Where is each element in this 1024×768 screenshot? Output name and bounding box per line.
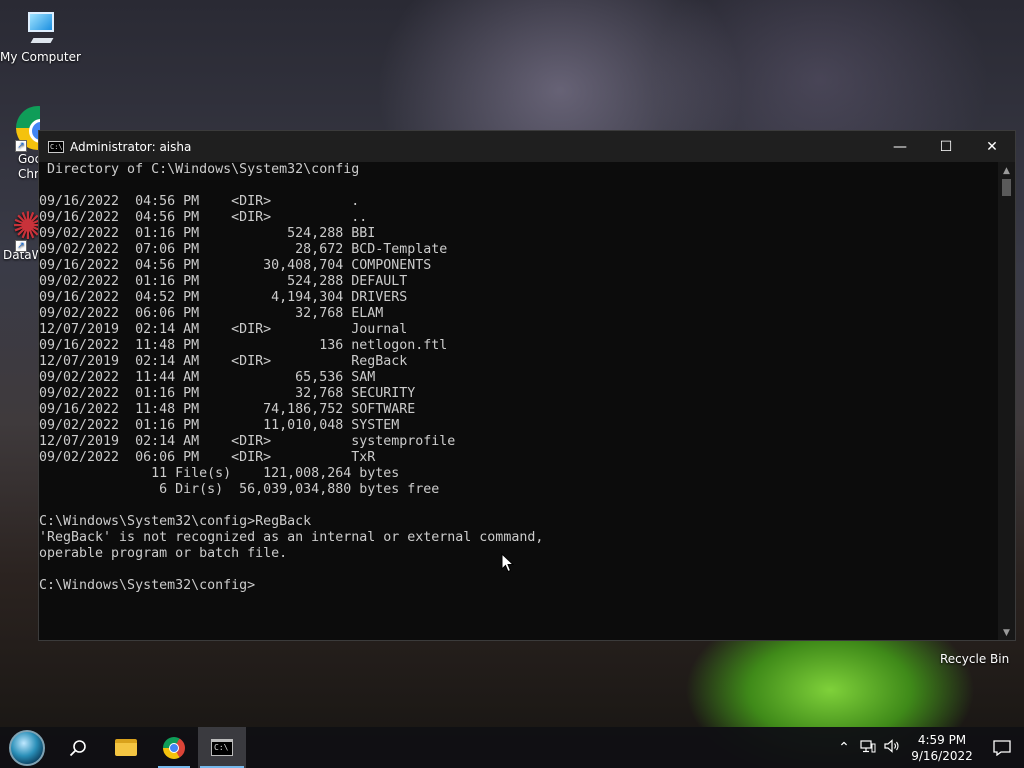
console-line: 09/16/2022 04:56 PM <DIR> .	[39, 194, 360, 209]
cmd-taskbar-button[interactable]: C:\	[198, 727, 246, 768]
shortcut-arrow-icon: ↗	[15, 240, 27, 252]
chrome-taskbar-button[interactable]	[150, 727, 198, 768]
console-line: 09/02/2022 06:06 PM <DIR> TxR	[39, 450, 376, 465]
volume-icon[interactable]	[880, 738, 904, 757]
console-line: 09/16/2022 04:56 PM 30,408,704 COMPONENT…	[39, 258, 432, 273]
start-button[interactable]	[0, 727, 54, 768]
close-button[interactable]: ✕	[969, 131, 1015, 162]
desktop-icon-label: Goc Chr	[18, 152, 40, 181]
notification-icon	[993, 739, 1011, 756]
cmd-icon: C:\	[211, 739, 233, 756]
file-explorer-button[interactable]	[102, 727, 150, 768]
network-icon[interactable]	[856, 739, 880, 757]
search-button[interactable]	[54, 727, 102, 768]
console-line: 11 File(s) 121,008,264 bytes	[39, 466, 400, 481]
console-line: operable program or batch file.	[39, 546, 288, 561]
taskbar: C:\ ⌃ 4:59 PM 9/16/2022	[0, 727, 1024, 768]
console-line: 09/16/2022 11:48 PM 136 netlogon.ftl	[39, 338, 448, 353]
start-orb-icon	[9, 729, 45, 766]
close-icon: ✕	[986, 138, 998, 155]
desktop-icon-my-computer[interactable]: My Computer	[0, 10, 81, 64]
console-line: 09/02/2022 01:16 PM 524,288 DEFAULT	[39, 274, 408, 289]
window-title: Administrator: aisha	[70, 139, 192, 154]
console-line: 12/07/2019 02:14 AM <DIR> systemprofile	[39, 434, 456, 449]
console-line: 12/07/2019 02:14 AM <DIR> RegBack	[39, 354, 408, 369]
console-line: 09/02/2022 01:16 PM 524,288 BBI	[39, 226, 376, 241]
computer-icon	[22, 10, 58, 48]
chevron-up-icon[interactable]: ⌃	[832, 740, 856, 756]
console-line: 09/02/2022 06:06 PM 32,768 ELAM	[39, 306, 384, 321]
console-line: 09/16/2022 04:52 PM 4,194,304 DRIVERS	[39, 290, 408, 305]
desktop-icon-recycle-bin[interactable]: Recycle Bin	[940, 652, 1009, 666]
scrollbar-thumb[interactable]	[1002, 179, 1011, 196]
chrome-icon	[163, 736, 185, 759]
desktop-icon-label: My Computer	[0, 50, 81, 64]
scroll-down-icon[interactable]: ▼	[998, 628, 1015, 638]
console-line: 09/16/2022 11:48 PM 74,186,752 SOFTWARE	[39, 402, 416, 417]
shortcut-arrow-icon: ↗	[15, 140, 27, 152]
minimize-button[interactable]: —	[877, 131, 923, 162]
console-line: 12/07/2019 02:14 AM <DIR> Journal	[39, 322, 408, 337]
cmd-icon: C:\	[48, 140, 64, 153]
window-titlebar[interactable]: C:\ Administrator: aisha — ☐ ✕	[39, 131, 1015, 162]
clock-time: 4:59 PM	[917, 732, 967, 747]
maximize-icon: ☐	[939, 138, 953, 155]
clock-date: 9/16/2022	[911, 748, 973, 763]
console-line: C:\Windows\System32\config>	[39, 578, 256, 593]
desktop-icon-label: Recycle Bin	[940, 652, 1010, 666]
taskbar-clock[interactable]: 4:59 PM 9/16/2022	[904, 732, 980, 764]
console-line: 09/02/2022 01:16 PM 11,010,048 SYSTEM	[39, 418, 400, 433]
system-tray: ⌃ 4:59 PM 9/16/2022	[832, 727, 1024, 768]
console-line: C:\Windows\System32\config>RegBack	[39, 514, 312, 529]
desktop-icon-google-chrome[interactable]: ↗ Goc Chr	[0, 106, 40, 182]
console-line: 09/02/2022 11:44 AM 65,536 SAM	[39, 370, 376, 385]
console-line: Directory of C:\Windows\System32\config	[39, 162, 360, 177]
console-line: 09/02/2022 01:16 PM 32,768 SECURITY	[39, 386, 416, 401]
console-line: 09/16/2022 04:56 PM <DIR> ..	[39, 210, 368, 225]
action-center-button[interactable]	[980, 739, 1024, 756]
mouse-cursor-icon	[501, 553, 515, 573]
console-line: 6 Dir(s) 56,039,034,880 bytes free	[39, 482, 440, 497]
console-line: 09/02/2022 07:06 PM 28,672 BCD-Template	[39, 242, 448, 257]
maximize-button[interactable]: ☐	[923, 131, 969, 162]
minimize-icon: —	[893, 138, 907, 155]
vertical-scrollbar[interactable]: ▲ ▼	[998, 162, 1015, 640]
file-explorer-icon	[115, 739, 137, 756]
desktop-icon-datawrangler[interactable]: ↗ DataW	[0, 206, 40, 262]
console-text: Directory of C:\Windows\System32\config …	[39, 162, 999, 594]
console-output[interactable]: Directory of C:\Windows\System32\config …	[39, 162, 999, 640]
command-prompt-window[interactable]: C:\ Administrator: aisha — ☐ ✕ Directory…	[38, 130, 1016, 641]
console-line: 'RegBack' is not recognized as an intern…	[39, 530, 544, 545]
scroll-up-icon[interactable]: ▲	[998, 166, 1015, 176]
search-icon	[69, 739, 86, 756]
